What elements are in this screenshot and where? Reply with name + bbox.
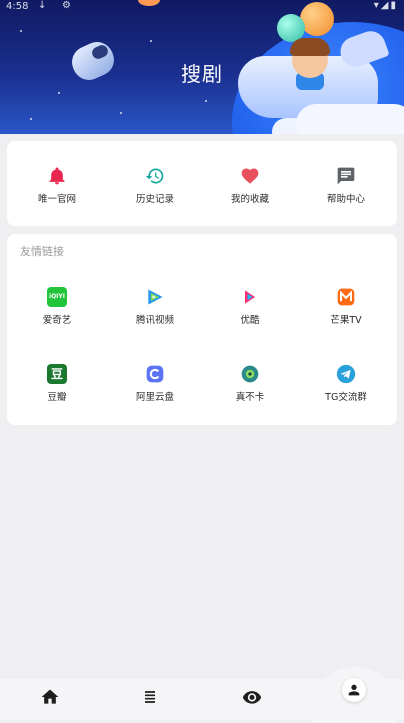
message-icon	[337, 167, 355, 185]
aliyun-drive-logo-icon	[146, 365, 164, 383]
banner-title: 搜剧	[181, 62, 223, 86]
link-youku[interactable]: 优酷	[205, 287, 295, 326]
download-icon: ↓	[38, 0, 47, 11]
star-decoration	[30, 118, 32, 120]
home-icon[interactable]	[40, 687, 60, 707]
banner: 4:58 ↓ ⚙ ▾◢▮ 搜剧	[0, 0, 404, 134]
link-label: 芒果TV	[330, 315, 362, 326]
mango-tv-logo-icon	[337, 288, 355, 306]
friendly-links-card: 友情链接 iQIYI 爱奇艺 腾讯视频 优酷 芒果TV 豆 豆瓣 阿里云盘 真不…	[7, 234, 397, 425]
star-decoration	[150, 40, 152, 42]
tencent-video-logo-icon	[148, 289, 163, 305]
signal-battery-icons: ▾◢▮	[373, 0, 398, 11]
status-time: 4:58	[6, 1, 29, 12]
link-label: 豆瓣	[47, 392, 67, 403]
link-label: 优酷	[240, 315, 260, 326]
douban-logo-icon: 豆	[47, 364, 67, 384]
quick-action-official-site[interactable]: 唯一官网	[12, 166, 102, 205]
star-decoration	[205, 100, 207, 102]
link-label: 阿里云盘	[135, 392, 174, 403]
quick-action-history[interactable]: 历史记录	[110, 166, 200, 205]
link-aliyun-drive[interactable]: 阿里云盘	[110, 364, 200, 403]
telegram-logo-icon	[336, 364, 356, 384]
status-bar: 4:58 ↓ ⚙ ▾◢▮	[0, 0, 404, 14]
list-icon[interactable]	[140, 687, 160, 707]
quick-action-help[interactable]: 帮助中心	[301, 166, 391, 205]
quick-actions-card: 唯一官网 历史记录 我的收藏 帮助中心	[7, 141, 397, 226]
history-icon	[145, 168, 164, 184]
link-mango-tv[interactable]: 芒果TV	[301, 287, 391, 326]
cloud-illustration	[296, 104, 404, 134]
link-label: 真不卡	[235, 392, 265, 403]
heart-icon	[241, 168, 259, 184]
settings-icon: ⚙	[62, 0, 71, 11]
quick-action-label: 我的收藏	[230, 194, 269, 205]
section-title: 友情链接	[20, 245, 64, 258]
quick-action-label: 唯一官网	[37, 194, 76, 205]
zhenbuka-logo-icon	[241, 365, 259, 383]
link-label: TG交流群	[325, 392, 367, 403]
link-label: 腾讯视频	[135, 315, 174, 326]
person-icon	[348, 684, 360, 696]
star-decoration	[58, 92, 60, 94]
eye-icon[interactable]	[242, 687, 262, 707]
link-tencent-video[interactable]: 腾讯视频	[110, 287, 200, 326]
quick-action-favorites[interactable]: 我的收藏	[205, 166, 295, 205]
link-douban[interactable]: 豆 豆瓣	[12, 364, 102, 403]
iqiyi-logo-icon: iQIYI	[47, 287, 67, 307]
bell-icon	[49, 167, 65, 185]
kid-hair-illustration	[290, 38, 330, 56]
link-zhenbuka[interactable]: 真不卡	[205, 364, 295, 403]
quick-action-label: 历史记录	[135, 194, 174, 205]
star-decoration	[20, 30, 22, 32]
quick-action-label: 帮助中心	[326, 194, 365, 205]
link-telegram-group[interactable]: TG交流群	[301, 364, 391, 403]
youku-logo-icon	[245, 290, 255, 304]
star-decoration	[120, 112, 122, 114]
link-iqiyi[interactable]: iQIYI 爱奇艺	[12, 287, 102, 326]
profile-nav-button[interactable]	[342, 678, 366, 702]
astronaut-illustration	[66, 36, 120, 86]
link-label: 爱奇艺	[42, 315, 72, 326]
